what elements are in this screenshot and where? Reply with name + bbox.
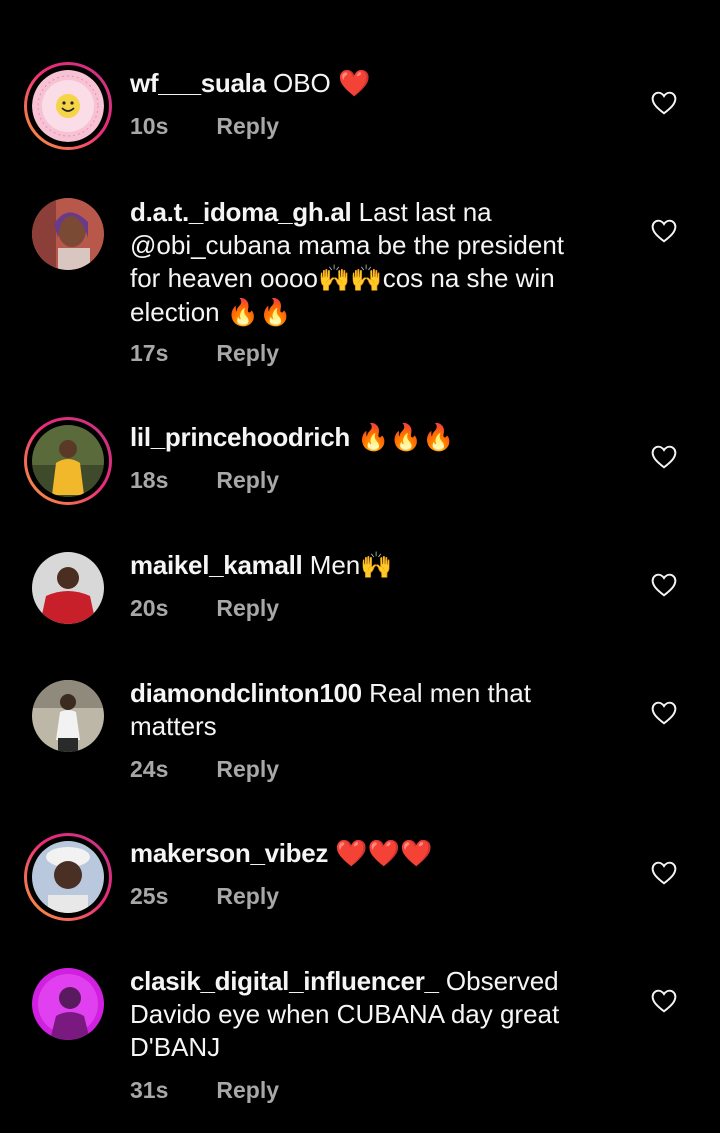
heart-outline-icon[interactable]	[651, 573, 677, 597]
reply-button[interactable]: Reply	[216, 1077, 279, 1103]
comment-body-line: D'BANJ	[130, 1032, 221, 1062]
comment-username[interactable]: clasik_digital_influencer_	[130, 966, 439, 996]
comment-meta: 18s Reply	[130, 467, 279, 494]
comment-meta: 10s Reply	[130, 113, 279, 140]
avatar-image	[32, 70, 104, 142]
avatar-image	[32, 968, 104, 1040]
comment-text: diamondclinton100 Real men that matters	[130, 677, 620, 743]
comment-body-line: Davido eye when CUBANA day great	[130, 999, 560, 1029]
avatar-image	[32, 552, 104, 624]
heart-outline-icon[interactable]	[651, 989, 677, 1013]
avatar-image	[32, 841, 104, 913]
comment-text: d.a.t._idoma_gh.al Last last na @obi_cub…	[130, 196, 620, 330]
comment-text: wf___suala OBO ❤️	[130, 67, 620, 101]
comment-body-line: cos na she win	[382, 263, 555, 293]
comment-time: 20s	[130, 595, 169, 621]
comment-text: maikel_kamall Men🙌	[130, 549, 620, 583]
reply-button[interactable]: Reply	[216, 113, 279, 139]
heart-outline-icon[interactable]	[651, 701, 677, 725]
comment-time: 25s	[130, 883, 169, 909]
reply-button[interactable]: Reply	[216, 883, 279, 909]
heart-outline-icon[interactable]	[651, 219, 677, 243]
heart-outline-icon[interactable]	[651, 445, 677, 469]
fire-emoji: 🔥🔥🔥	[357, 423, 455, 453]
comment-time: 24s	[130, 756, 169, 782]
comment-body-line: Observed	[445, 966, 559, 996]
avatar-image	[32, 680, 104, 752]
avatar[interactable]	[32, 968, 104, 1040]
avatar-image	[32, 198, 104, 270]
comment-text: makerson_vibez ❤️❤️❤️	[130, 837, 620, 871]
avatar[interactable]	[24, 833, 112, 921]
comment-body-line: matters	[130, 711, 217, 741]
reply-button[interactable]: Reply	[216, 595, 279, 621]
comment-text: lil_princehoodrich 🔥🔥🔥	[130, 421, 620, 455]
comment-username[interactable]: lil_princehoodrich	[130, 422, 350, 452]
comment-time: 10s	[130, 113, 169, 139]
raised-hands-emoji: 🙌🙌	[317, 264, 383, 294]
heart-outline-icon[interactable]	[651, 861, 677, 885]
comment-username[interactable]: d.a.t._idoma_gh.al	[130, 197, 352, 227]
comment-time: 18s	[130, 467, 169, 493]
comment-meta: 20s Reply	[130, 595, 279, 622]
reply-button[interactable]: Reply	[216, 756, 279, 782]
comment-meta: 24s Reply	[130, 756, 279, 783]
comment-text: clasik_digital_influencer_ Observed Davi…	[130, 965, 620, 1064]
comment-username[interactable]: diamondclinton100	[130, 678, 362, 708]
avatar-image	[32, 425, 104, 497]
reply-button[interactable]: Reply	[216, 467, 279, 493]
comment-body-line: for heaven oooo	[130, 263, 318, 293]
comment-body: OBO	[272, 68, 338, 98]
comment-body-line: Real men that	[369, 678, 531, 708]
avatar[interactable]	[32, 680, 104, 752]
comment-body: Men	[309, 550, 361, 580]
mention-link[interactable]: @obi_cubana mama be the president	[130, 230, 564, 260]
raised-hands-emoji: 🙌	[360, 551, 393, 581]
heart-emoji: ❤️❤️❤️	[335, 839, 433, 869]
avatar[interactable]	[24, 417, 112, 505]
avatar[interactable]	[32, 198, 104, 270]
fire-emoji: 🔥🔥	[226, 298, 292, 328]
comment-body-line: election	[130, 297, 227, 327]
avatar[interactable]	[32, 552, 104, 624]
comment-time: 31s	[130, 1077, 169, 1103]
heart-emoji: ❤️	[338, 69, 371, 99]
comment-meta: 17s Reply	[130, 340, 279, 367]
comment-meta: 31s Reply	[130, 1077, 279, 1104]
comment-username[interactable]: wf___suala	[130, 68, 266, 98]
heart-outline-icon[interactable]	[651, 91, 677, 115]
reply-button[interactable]: Reply	[216, 340, 279, 366]
comment-username[interactable]: maikel_kamall	[130, 550, 303, 580]
comment-time: 17s	[130, 340, 169, 366]
comment-username[interactable]: makerson_vibez	[130, 838, 328, 868]
comment-meta: 25s Reply	[130, 883, 279, 910]
avatar[interactable]	[24, 62, 112, 150]
comment-body-line: Last last na	[358, 197, 492, 227]
